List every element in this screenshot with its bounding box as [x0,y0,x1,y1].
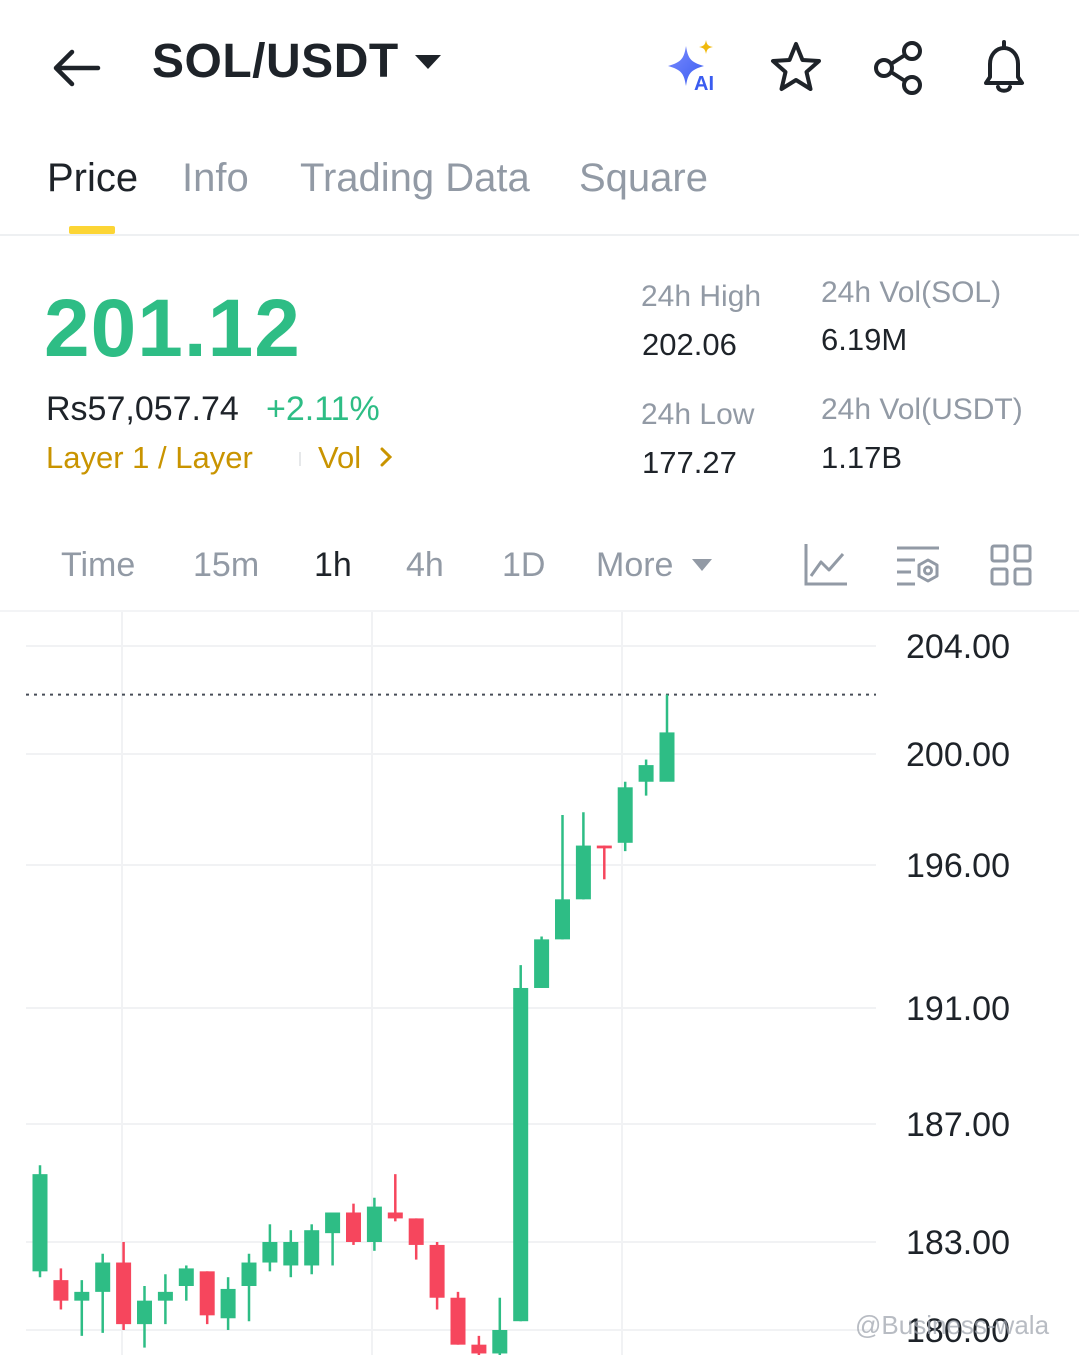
ai-badge-text: AI [694,73,714,95]
tab-trading-data[interactable]: Trading Data [300,156,530,201]
back-arrow-icon[interactable] [48,40,104,96]
main-tabs: Price Info Trading Data Square [0,140,1079,236]
candle-body [575,845,591,900]
candle-body [534,939,550,988]
tab-square[interactable]: Square [579,156,708,201]
interval-1d[interactable]: 1D [502,546,545,585]
indicator-settings-icon[interactable] [893,540,943,590]
vol-quote-label: 24h Vol(USDT) [821,393,1023,426]
y-tick-label: 204.00 [906,628,1010,666]
tag-divider [299,452,301,466]
vol-tag-label: Vol [318,440,362,475]
candle-body [408,1218,424,1245]
candle-body [220,1288,236,1319]
pair-selector[interactable]: SOL/USDT [152,34,441,89]
last-price: 201.12 [44,283,301,374]
candle-body [513,987,529,1322]
candle-body [241,1262,257,1286]
candle-body [199,1271,215,1316]
share-icon[interactable] [868,36,932,100]
high-value: 202.06 [642,327,737,362]
low-label: 24h Low [641,398,755,431]
pair-title: SOL/USDT [152,35,399,88]
bell-icon[interactable] [972,36,1036,100]
category-tag[interactable]: Layer 1 / Layer [46,440,253,476]
vol-quote-value: 1.17B [821,440,903,475]
inr-price: Rs57,057.74 [46,390,239,428]
vol-tag[interactable]: Vol [318,440,398,476]
candle-body [429,1244,445,1298]
more-caret-icon [692,559,712,571]
candle-body [450,1297,466,1345]
star-icon[interactable] [764,36,828,100]
header-bar: SOL/USDT AI [0,0,1079,130]
watermark: @Business-wala [855,1310,1050,1340]
interval-4h[interactable]: 4h [406,546,444,585]
candle-body [366,1206,382,1242]
chevron-right-icon [380,447,392,467]
candle-body [283,1242,299,1266]
vol-base-value: 6.19M [821,322,908,357]
y-tick-label: 183.00 [906,1224,1010,1262]
interval-1h[interactable]: 1h [314,546,352,585]
interval-more[interactable]: More [596,546,673,585]
candle-body [157,1291,173,1301]
candle-body [95,1262,111,1292]
low-value: 177.27 [642,445,737,480]
change-percent: +2.11% [266,390,380,428]
candle-body [387,1212,403,1219]
candle-body [53,1280,69,1301]
candle-body [638,765,654,782]
candle-body [555,899,570,940]
ai-sparkle-icon[interactable]: AI [660,36,724,100]
line-chart-icon[interactable] [801,540,851,590]
candle-body [304,1230,320,1266]
y-tick-label: 196.00 [906,847,1010,885]
candle-body [596,845,612,849]
candle-body [617,787,633,843]
vol-base-label: 24h Vol(SOL) [821,276,1002,309]
y-tick-label: 187.00 [906,1106,1010,1144]
candle-body [492,1330,508,1354]
candle-body [262,1242,278,1263]
candle-body [116,1262,132,1325]
candle-body [178,1268,194,1286]
candle-body [471,1344,487,1354]
tab-price[interactable]: Price [47,156,138,201]
tab-info[interactable]: Info [182,156,249,201]
caret-down-icon [414,54,441,69]
candle-body [659,732,675,782]
candle-body [346,1212,361,1242]
candle-body [32,1174,48,1272]
active-tab-indicator [69,226,115,234]
candle-body [325,1212,341,1234]
y-tick-label: 200.00 [906,736,1010,774]
interval-time[interactable]: Time [61,546,135,585]
y-tick-label: 191.00 [906,990,1010,1028]
candle-body [137,1300,152,1325]
candle-body [74,1291,90,1301]
interval-15m[interactable]: 15m [193,546,259,585]
grid-layout-icon[interactable] [986,540,1036,590]
high-label: 24h High [641,280,762,313]
candlestick-chart[interactable]: 204.00200.00196.00191.00187.00183.00180.… [0,612,1079,1355]
